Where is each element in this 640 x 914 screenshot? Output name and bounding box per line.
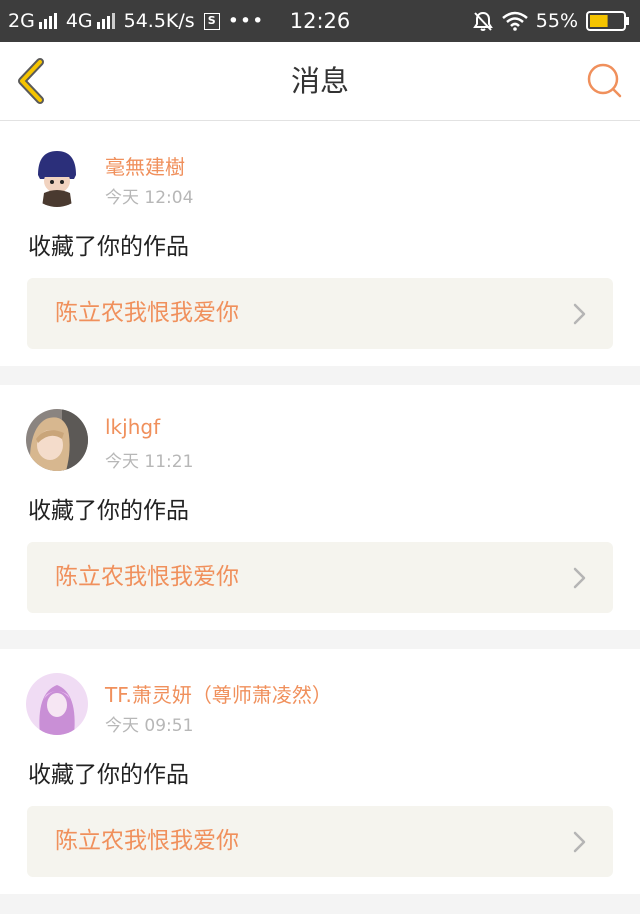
avatar-image	[26, 673, 88, 735]
work-title: 陈立农我恨我爱你	[55, 300, 239, 326]
work-title: 陈立农我恨我爱你	[55, 828, 239, 854]
work-title: 陈立农我恨我爱你	[55, 564, 239, 590]
message-time: 今天 11:21	[105, 452, 194, 472]
status-right: 55%	[464, 0, 630, 42]
message-time: 今天 09:51	[105, 716, 194, 736]
action-text: 收藏了你的作品	[28, 498, 189, 524]
message-list: 毫無建樹 今天 12:04 收藏了你的作品 陈立农我恨我爱你 lkjhgf 今天…	[0, 121, 640, 913]
avatar-image	[26, 409, 88, 471]
message-card: 毫無建樹 今天 12:04 收藏了你的作品 陈立农我恨我爱你	[0, 121, 640, 366]
action-text: 收藏了你的作品	[28, 234, 189, 260]
battery-percent: 55%	[535, 10, 578, 32]
message-card: lkjhgf 今天 11:21 收藏了你的作品 陈立农我恨我爱你	[0, 385, 640, 630]
avatar[interactable]	[26, 673, 88, 735]
work-link[interactable]: 陈立农我恨我爱你	[27, 806, 613, 877]
message-card: TF.萧灵妍（尊师萧凌然） 今天 09:51 收藏了你的作品 陈立农我恨我爱你	[0, 649, 640, 894]
username[interactable]: lkjhgf	[105, 415, 160, 439]
page-title: 消息	[290, 64, 349, 98]
chevron-right-icon	[573, 303, 586, 325]
work-link[interactable]: 陈立农我恨我爱你	[27, 278, 613, 349]
mute-bell-icon	[472, 11, 493, 31]
avatar[interactable]	[26, 145, 88, 207]
chevron-right-icon	[573, 831, 586, 853]
username[interactable]: 毫無建樹	[105, 151, 185, 180]
work-link[interactable]: 陈立农我恨我爱你	[27, 542, 613, 613]
avatar-image	[26, 145, 88, 207]
action-text: 收藏了你的作品	[28, 762, 189, 788]
nav-bar: 消息	[0, 42, 640, 121]
avatar[interactable]	[26, 409, 88, 471]
message-time: 今天 12:04	[105, 188, 194, 208]
search-icon	[587, 63, 622, 98]
battery-icon	[586, 11, 629, 31]
chevron-right-icon	[573, 567, 586, 589]
search-button[interactable]	[586, 62, 624, 100]
username[interactable]: TF.萧灵妍（尊师萧凌然）	[105, 679, 332, 708]
status-bar: 2G 4G 54.5K/s S ••• 12:26 55%	[0, 0, 640, 42]
wifi-icon	[501, 11, 528, 31]
